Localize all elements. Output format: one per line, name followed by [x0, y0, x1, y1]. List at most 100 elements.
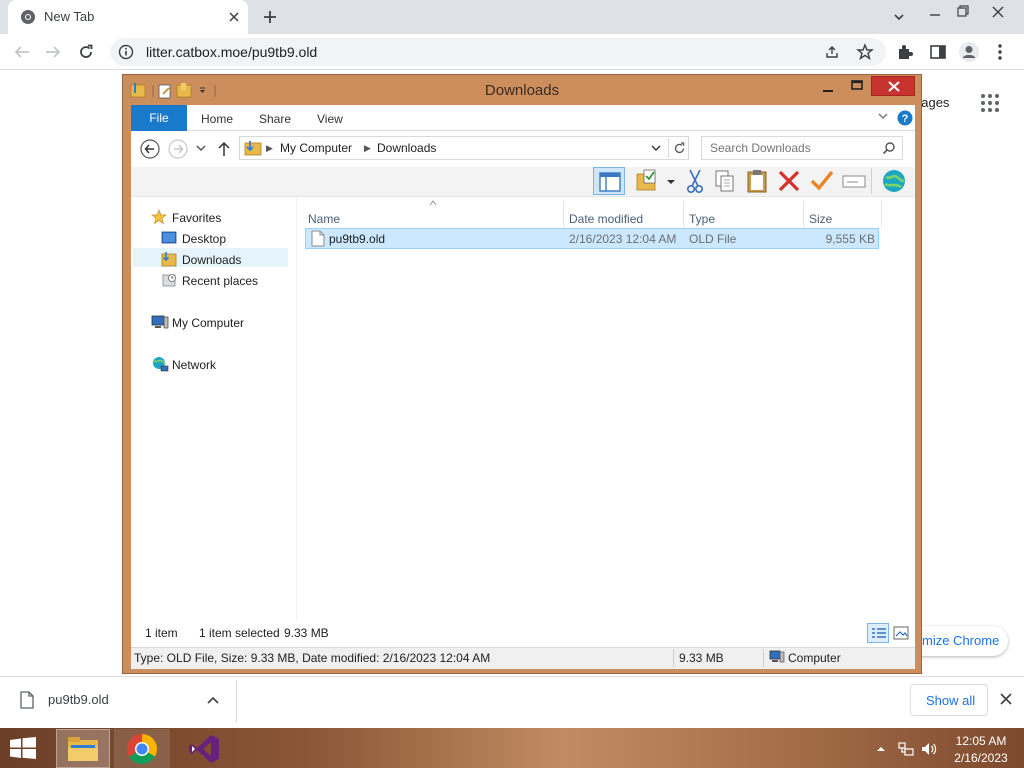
file-explorer-window: Downloads File Home Share View ? ▶ My Co…	[122, 74, 922, 674]
ribbon-tab-share[interactable]: Share	[259, 112, 291, 126]
taskbar-visual-studio[interactable]	[176, 729, 232, 768]
nav-my-computer[interactable]: My Computer	[172, 316, 244, 330]
new-tab-plus-icon[interactable]	[262, 9, 278, 25]
tab-title: New Tab	[44, 9, 95, 24]
window-minimize-icon[interactable]	[928, 6, 942, 20]
explorer-maximize-icon[interactable]	[850, 79, 864, 93]
explorer-content: File Home Share View ? ▶ My Computer ▶ D…	[131, 105, 915, 669]
nav-network[interactable]: Network	[172, 358, 216, 372]
up-folder-arrow-icon[interactable]	[217, 140, 231, 158]
network-tray-icon[interactable]	[898, 741, 914, 757]
taskbar-clock-time[interactable]: 12:05 AM	[955, 734, 1007, 748]
explorer-back-icon[interactable]	[140, 139, 160, 159]
download-filename: pu9tb9.old	[48, 692, 109, 707]
rename-icon[interactable]	[841, 168, 867, 194]
select-checkmark-icon[interactable]	[809, 168, 835, 194]
side-panel-icon[interactable]	[929, 43, 947, 61]
column-divider[interactable]	[881, 201, 882, 227]
generic-file-icon	[311, 230, 325, 247]
taskbar-file-explorer[interactable]	[56, 729, 110, 768]
refresh-icon[interactable]	[668, 138, 688, 158]
cut-scissors-icon[interactable]	[684, 168, 706, 194]
properties-dropdown-icon[interactable]	[666, 178, 676, 186]
properties-folder-icon[interactable]	[635, 168, 661, 194]
tab-close-icon[interactable]	[228, 11, 240, 23]
window-title: Downloads	[484, 82, 560, 99]
address-history-chevron-icon[interactable]	[650, 142, 662, 154]
chrome-menu-kebab-icon[interactable]	[996, 43, 1004, 61]
nav-favorites[interactable]: Favorites	[172, 211, 221, 225]
recent-locations-chevron-icon[interactable]	[196, 144, 206, 152]
ribbon-tab-home[interactable]: Home	[201, 112, 233, 126]
column-divider[interactable]	[803, 201, 804, 227]
breadcrumb-separator-icon[interactable]: ▶	[364, 143, 371, 154]
column-header-date-modified[interactable]: Date modified	[569, 212, 643, 226]
window-close-icon[interactable]	[990, 4, 1006, 20]
copy-icon[interactable]	[713, 168, 737, 194]
site-info-icon[interactable]	[118, 44, 134, 60]
search-downloads-input[interactable]	[708, 140, 878, 156]
tab-search-chevron-icon[interactable]	[892, 10, 906, 24]
taskbar-clock-date[interactable]: 2/16/2023	[953, 751, 1009, 765]
extensions-puzzle-icon[interactable]	[896, 43, 914, 61]
preview-pane-icon	[599, 172, 621, 192]
ribbon-tab-file[interactable]: File	[131, 105, 187, 131]
explorer-search-box[interactable]	[701, 136, 903, 160]
address-bar[interactable]: litter.catbox.moe/pu9tb9.old	[110, 38, 886, 66]
file-date-modified: 2/16/2023 12:04 AM	[569, 232, 677, 246]
column-divider[interactable]	[563, 201, 564, 227]
breadcrumb-separator-icon[interactable]: ▶	[266, 143, 273, 154]
nav-downloads[interactable]: Downloads	[182, 253, 241, 267]
column-header-name[interactable]: Name	[308, 212, 340, 226]
preview-pane-button[interactable]	[593, 167, 625, 195]
window-restore-icon[interactable]	[956, 4, 970, 18]
column-header-type[interactable]: Type	[689, 212, 715, 226]
details-divider	[673, 649, 674, 667]
volume-tray-icon[interactable]	[920, 741, 938, 757]
large-icons-view-icon[interactable]	[893, 626, 909, 640]
back-arrow-icon[interactable]	[13, 44, 31, 60]
reload-icon[interactable]	[77, 43, 95, 61]
file-explorer-icon	[68, 737, 98, 761]
ribbon-tab-view[interactable]: View	[317, 112, 343, 126]
explorer-address-bar[interactable]: ▶ My Computer ▶ Downloads	[239, 136, 689, 160]
chrome-favicon-icon	[20, 9, 36, 25]
explorer-minimize-icon[interactable]	[821, 83, 835, 97]
profile-avatar-icon[interactable]	[958, 41, 980, 63]
favorites-star-icon	[151, 209, 167, 225]
file-name[interactable]: pu9tb9.old	[329, 232, 385, 246]
download-item[interactable]	[0, 676, 236, 728]
ribbon-tab-row: File Home Share View ?	[131, 105, 915, 131]
breadcrumb-my-computer[interactable]: My Computer	[280, 141, 352, 155]
column-header-size[interactable]: Size	[809, 212, 832, 226]
explorer-close-button[interactable]	[871, 76, 915, 96]
google-apps-grid-icon[interactable]	[980, 93, 1000, 113]
share-icon[interactable]	[824, 44, 840, 60]
paste-clipboard-icon[interactable]	[745, 168, 769, 194]
details-divider	[763, 649, 764, 667]
breadcrumb-downloads[interactable]: Downloads	[377, 141, 436, 155]
close-download-shelf-icon[interactable]	[1000, 693, 1012, 705]
taskbar-google-chrome[interactable]	[114, 729, 170, 768]
column-divider[interactable]	[683, 201, 684, 227]
search-icon[interactable]	[882, 141, 896, 155]
nav-recent-places[interactable]: Recent places	[182, 274, 258, 288]
explorer-forward-icon[interactable]	[168, 139, 188, 159]
network-globe-icon	[151, 356, 169, 372]
details-view-button[interactable]	[867, 623, 889, 643]
globe-network-icon[interactable]	[881, 168, 907, 194]
bookmark-star-icon[interactable]	[856, 43, 874, 61]
nav-desktop[interactable]: Desktop	[182, 232, 226, 246]
windows-start-icon[interactable]	[8, 737, 38, 759]
forward-arrow-icon[interactable]	[44, 44, 62, 60]
tray-overflow-chevron-icon[interactable]	[876, 745, 886, 753]
show-all-downloads-button[interactable]: Show all	[910, 684, 988, 716]
chrome-tab-new-tab[interactable]: New Tab	[8, 0, 248, 34]
explorer-title-bar[interactable]: Downloads	[123, 75, 921, 105]
help-icon[interactable]: ?	[897, 110, 913, 126]
file-size: 9,555 KB	[825, 232, 875, 246]
ribbon-expand-chevron-icon[interactable]	[877, 111, 889, 121]
download-options-chevron-icon[interactable]	[206, 694, 220, 706]
sort-ascending-arrow-icon	[429, 200, 437, 206]
delete-red-x-icon[interactable]	[777, 168, 801, 194]
